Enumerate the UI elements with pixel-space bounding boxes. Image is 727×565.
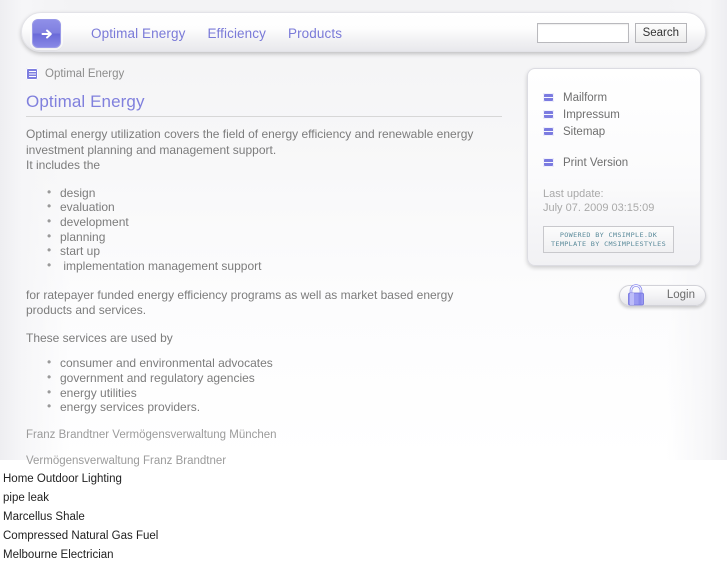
nav-item-efficiency[interactable]: Efficiency bbox=[207, 26, 266, 41]
services-list-two: consumer and environmental advocates gov… bbox=[26, 355, 506, 415]
page-icon bbox=[543, 110, 554, 119]
paragraph-two: for ratepayer funded energy efficiency p… bbox=[26, 287, 454, 318]
sidebar-item-sitemap[interactable]: Sitemap bbox=[543, 123, 700, 140]
header-bar: Optimal Energy Efficiency Products Searc… bbox=[21, 12, 706, 52]
bottom-link[interactable]: Melbourne Electrician bbox=[3, 546, 403, 565]
last-update: Last update: July 07. 2009 03:15:09 bbox=[543, 187, 700, 215]
document-icon bbox=[26, 68, 38, 80]
sidebar-item-label: Sitemap bbox=[563, 125, 606, 138]
nav-item-products[interactable]: Products bbox=[288, 26, 342, 41]
list-item: start up bbox=[47, 243, 506, 259]
search-button[interactable]: Search bbox=[634, 23, 687, 43]
list-item: evaluation bbox=[47, 199, 506, 215]
login-label: Login bbox=[666, 289, 695, 301]
sidebar-panel: Mailform Impressum Sitemap Print Version… bbox=[527, 68, 701, 266]
sidebar-item-label: Mailform bbox=[563, 91, 608, 104]
badge-line-one: POWERED BY CMSIMPLE.DK bbox=[559, 231, 658, 239]
sidebar-item-label: Print Version bbox=[563, 156, 629, 169]
page-icon bbox=[543, 158, 554, 167]
bottom-link[interactable]: Marcellus Shale bbox=[3, 508, 403, 527]
last-update-value: July 07. 2009 03:15:09 bbox=[543, 202, 655, 214]
list-item: development bbox=[47, 214, 506, 230]
sidebar-item-impressum[interactable]: Impressum bbox=[543, 106, 700, 123]
logo-button[interactable] bbox=[32, 19, 61, 48]
bottom-link[interactable]: pipe leak bbox=[3, 489, 403, 508]
page-title: Optimal Energy bbox=[26, 92, 145, 111]
badge-line-two: TEMPLATE BY CMSIMPLESTYLES bbox=[550, 239, 667, 248]
sidebar-item-label: Impressum bbox=[563, 108, 620, 121]
bottom-link[interactable]: Home Outdoor Lighting bbox=[3, 470, 403, 489]
paragraph-three: These services are used by bbox=[26, 330, 173, 345]
sidebar-item-mailform[interactable]: Mailform bbox=[543, 89, 700, 106]
main-navigation: Optimal Energy Efficiency Products bbox=[72, 13, 342, 53]
padlock-icon bbox=[625, 282, 647, 307]
bottom-link[interactable]: Compressed Natural Gas Fuel bbox=[3, 527, 403, 546]
login-button[interactable]: Login bbox=[619, 282, 706, 307]
list-item: planning bbox=[47, 229, 506, 245]
footnote-two: Vermögensverwaltung Franz Brandtner bbox=[26, 455, 227, 468]
last-update-label: Last update: bbox=[543, 188, 604, 200]
services-list-one: design evaluation development planning s… bbox=[26, 185, 506, 274]
breadcrumb-label: Optimal Energy bbox=[45, 68, 125, 80]
list-item: government and regulatory agencies bbox=[47, 370, 506, 386]
powered-by-badge[interactable]: POWERED BY CMSIMPLE.DK TEMPLATE BY CMSIM… bbox=[543, 226, 674, 253]
list-item: design bbox=[47, 185, 506, 201]
arrow-right-icon bbox=[39, 26, 55, 42]
page-icon bbox=[543, 93, 554, 102]
title-divider bbox=[26, 116, 502, 117]
page-icon bbox=[543, 127, 554, 136]
main-content: Optimal Energy Optimal Energy Optimal en… bbox=[26, 68, 506, 481]
list-item: energy utilities bbox=[47, 385, 506, 401]
list-item: implementation management support bbox=[47, 258, 506, 274]
breadcrumb: Optimal Energy bbox=[26, 68, 506, 80]
bottom-link-list: Home Outdoor Lighting pipe leak Marcellu… bbox=[3, 470, 403, 565]
search-input[interactable] bbox=[536, 23, 629, 43]
intro-paragraph: Optimal energy utilization covers the fi… bbox=[26, 127, 474, 172]
search-area: Search bbox=[536, 13, 687, 53]
list-item: consumer and environmental advocates bbox=[47, 355, 506, 371]
nav-item-optimal-energy[interactable]: Optimal Energy bbox=[91, 26, 185, 41]
footnote-one: Franz Brandtner Vermögensverwaltung Münc… bbox=[26, 429, 277, 442]
list-item: energy services providers. bbox=[47, 399, 506, 415]
sidebar-item-print-version[interactable]: Print Version bbox=[543, 154, 700, 171]
